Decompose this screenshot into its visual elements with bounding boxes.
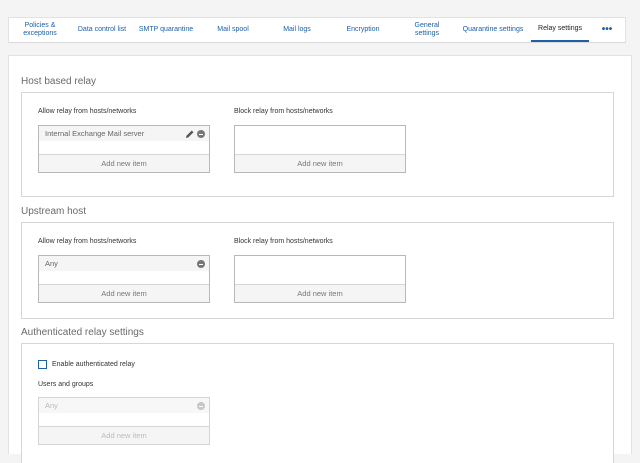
add-new-item-button[interactable]: Add new item (39, 284, 209, 302)
tab-data-control-list[interactable]: Data control list (71, 18, 133, 42)
host-based-relay-panel: Allow relay from hosts/networks Block re… (21, 92, 614, 197)
list-item[interactable]: Any (45, 259, 58, 268)
enable-authenticated-relay-label[interactable]: Enable authenticated relay (52, 361, 135, 368)
tab-quarantine-settings[interactable]: Quarantine settings (455, 18, 531, 42)
list-item: Any (45, 401, 58, 410)
enable-authenticated-relay-checkbox[interactable] (38, 360, 47, 369)
uh-allow-list[interactable]: Any Add new item (38, 255, 210, 303)
list-item[interactable]: Internal Exchange Mail server (45, 129, 144, 138)
users-groups-label: Users and groups (38, 381, 94, 388)
hbr-block-label: Block relay from hosts/networks (234, 108, 333, 115)
add-new-item-button[interactable]: Add new item (235, 154, 405, 172)
authenticated-relay-panel: Enable authenticated relay Users and gro… (21, 343, 614, 463)
users-groups-list: Any Add new item (38, 397, 210, 445)
tab-encryption[interactable]: Encryption (327, 18, 399, 42)
tab-policies-exceptions[interactable]: Policies & exceptions (9, 18, 71, 42)
remove-icon (197, 402, 205, 410)
hbr-block-list[interactable]: Add new item (234, 125, 406, 173)
add-new-item-button: Add new item (39, 426, 209, 444)
pencil-icon[interactable] (185, 129, 195, 139)
list-item-row (39, 398, 209, 413)
tab-mail-logs[interactable]: Mail logs (267, 18, 327, 42)
add-new-item-button[interactable]: Add new item (235, 284, 405, 302)
tab-bar: Policies & exceptions Data control list … (8, 17, 626, 43)
list-item-row[interactable] (39, 256, 209, 271)
upstream-host-title: Upstream host (21, 206, 87, 217)
more-tabs-icon[interactable]: ••• (589, 18, 625, 42)
upstream-host-panel: Allow relay from hosts/networks Block re… (21, 222, 614, 319)
tab-general-settings[interactable]: General settings (399, 18, 455, 42)
add-new-item-button[interactable]: Add new item (39, 154, 209, 172)
hbr-allow-label: Allow relay from hosts/networks (38, 108, 137, 115)
host-based-relay-title: Host based relay (21, 76, 97, 87)
remove-icon[interactable] (197, 260, 205, 268)
authenticated-relay-title: Authenticated relay settings (21, 327, 144, 338)
tab-smtp-quarantine[interactable]: SMTP quarantine (133, 18, 199, 42)
hbr-allow-list[interactable]: Internal Exchange Mail server Add new it… (38, 125, 210, 173)
uh-block-list[interactable]: Add new item (234, 255, 406, 303)
tab-relay-settings[interactable]: Relay settings (531, 18, 589, 42)
relay-settings-content: Host based relay Allow relay from hosts/… (8, 55, 632, 463)
remove-icon[interactable] (197, 130, 205, 138)
uh-block-label: Block relay from hosts/networks (234, 238, 333, 245)
uh-allow-label: Allow relay from hosts/networks (38, 238, 137, 245)
tab-mail-spool[interactable]: Mail spool (199, 18, 267, 42)
